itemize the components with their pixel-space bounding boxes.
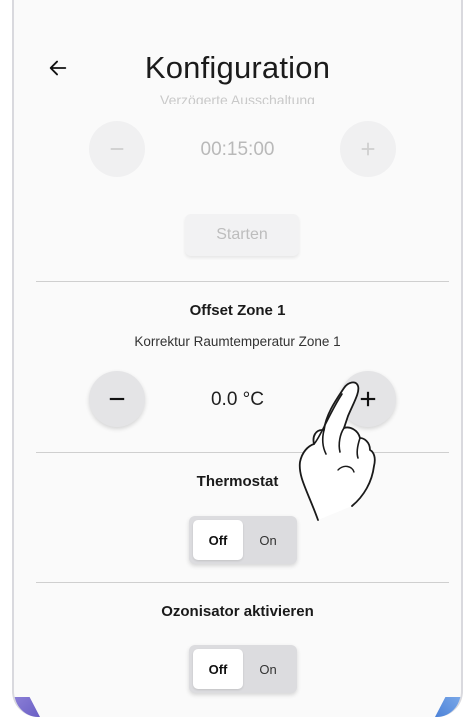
thermostat-toggle[interactable]: Off On — [189, 516, 297, 564]
page-title: Konfiguration — [144, 50, 331, 85]
delayed-shutdown-label: Verzögerte Ausschaltung — [160, 92, 315, 104]
offset-zone-title: Offset Zone 1 — [189, 302, 286, 319]
delay-increase-button[interactable] — [340, 121, 396, 177]
screen-frame: Konfiguration Verzögerte Ausschaltung 00… — [0, 0, 463, 717]
corner-accent-left — [14, 697, 40, 717]
thermostat-title: Thermostat — [196, 473, 279, 490]
plus-icon — [360, 391, 376, 407]
start-button[interactable]: Starten — [185, 214, 299, 256]
ozonizer-title: Ozonisator aktivieren — [161, 603, 314, 620]
phone-screen: Konfiguration Verzögerte Ausschaltung 00… — [12, 0, 463, 717]
thermostat-off-option[interactable]: Off — [193, 520, 243, 560]
corner-accent-right — [435, 697, 461, 717]
ozonizer-on-option[interactable]: On — [243, 649, 293, 689]
offset-zone-subtitle: Korrektur Raumtemperatur Zone 1 — [134, 334, 341, 349]
divider — [36, 281, 449, 282]
plus-icon — [361, 142, 375, 156]
offset-increase-button[interactable] — [340, 371, 396, 427]
ozonizer-off-option[interactable]: Off — [193, 649, 243, 689]
ozonizer-toggle[interactable]: Off On — [189, 645, 297, 693]
divider — [36, 452, 449, 453]
divider — [36, 582, 449, 583]
thermostat-on-option[interactable]: On — [243, 520, 293, 560]
